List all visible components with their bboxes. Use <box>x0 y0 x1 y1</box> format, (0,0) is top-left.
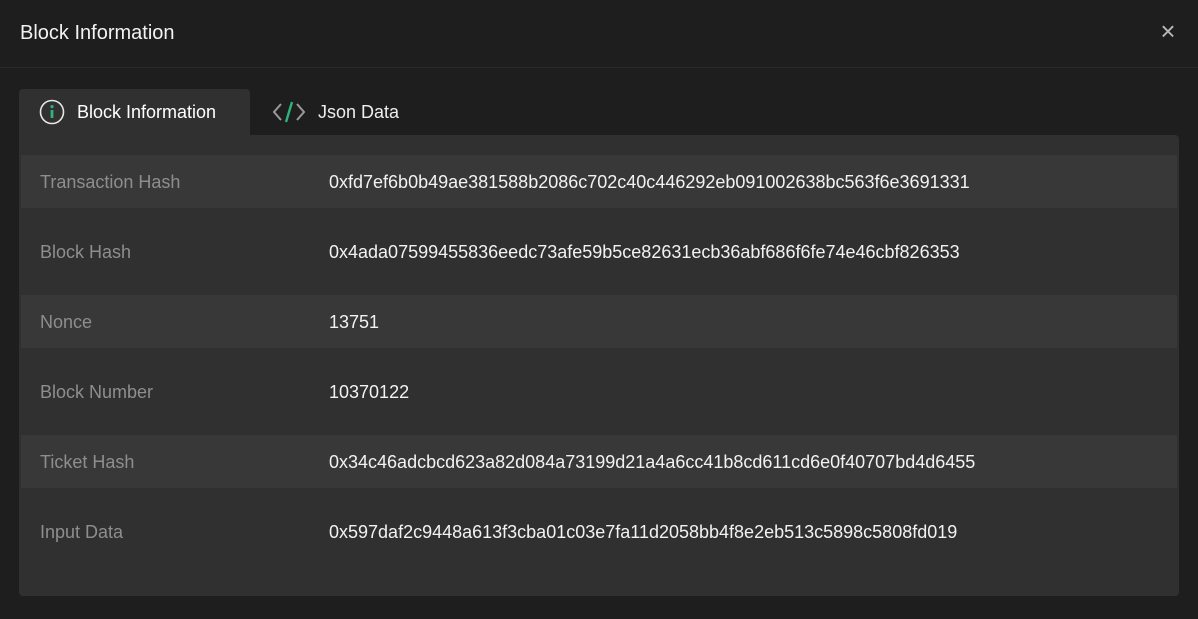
field-row-transaction-hash: Transaction Hash 0xfd7ef6b0b49ae381588b2… <box>21 155 1177 225</box>
field-label: Ticket Hash <box>40 452 135 472</box>
tab-json-data[interactable]: Json Data <box>250 89 430 135</box>
modal-title: Block Information <box>20 22 175 44</box>
field-label: Transaction Hash <box>40 172 181 192</box>
field-label: Block Number <box>40 382 154 402</box>
field-list: Transaction Hash 0xfd7ef6b0b49ae381588b2… <box>21 155 1177 575</box>
info-circle-icon <box>39 99 65 125</box>
field-value: 0x34c46adcbcd623a82d084a73199d21a4a6cc41… <box>329 452 976 472</box>
field-row-ticket-hash: Ticket Hash 0x34c46adcbcd623a82d084a7319… <box>21 435 1177 505</box>
code-icon <box>272 99 306 125</box>
block-info-panel: Transaction Hash 0xfd7ef6b0b49ae381588b2… <box>19 135 1179 596</box>
tab-bar: Block Information Json Data <box>19 89 430 135</box>
modal-header: Block Information × <box>0 0 1198 68</box>
field-label: Input Data <box>40 522 124 542</box>
field-value: 13751 <box>329 312 380 332</box>
field-value: 10370122 <box>329 382 410 402</box>
field-label: Block Hash <box>40 242 132 262</box>
tab-label: Block Information <box>77 101 217 122</box>
block-information-modal: Block Information × Block Information Js… <box>0 0 1198 619</box>
field-value: 0x597daf2c9448a613f3cba01c03e7fa11d2058b… <box>329 522 958 542</box>
tab-block-information[interactable]: Block Information <box>19 89 250 135</box>
close-button[interactable]: × <box>1156 18 1180 44</box>
field-row-block-number: Block Number 10370122 <box>21 365 1177 435</box>
field-label: Nonce <box>40 312 93 332</box>
field-value: 0xfd7ef6b0b49ae381588b2086c702c40c446292… <box>329 172 970 192</box>
field-row-nonce: Nonce 13751 <box>21 295 1177 365</box>
tab-label: Json Data <box>318 101 400 122</box>
field-row-block-hash: Block Hash 0x4ada07599455836eedc73afe59b… <box>21 225 1177 295</box>
field-row-input-data: Input Data 0x597daf2c9448a613f3cba01c03e… <box>21 505 1177 575</box>
field-value: 0x4ada07599455836eedc73afe59b5ce82631ecb… <box>329 242 960 262</box>
